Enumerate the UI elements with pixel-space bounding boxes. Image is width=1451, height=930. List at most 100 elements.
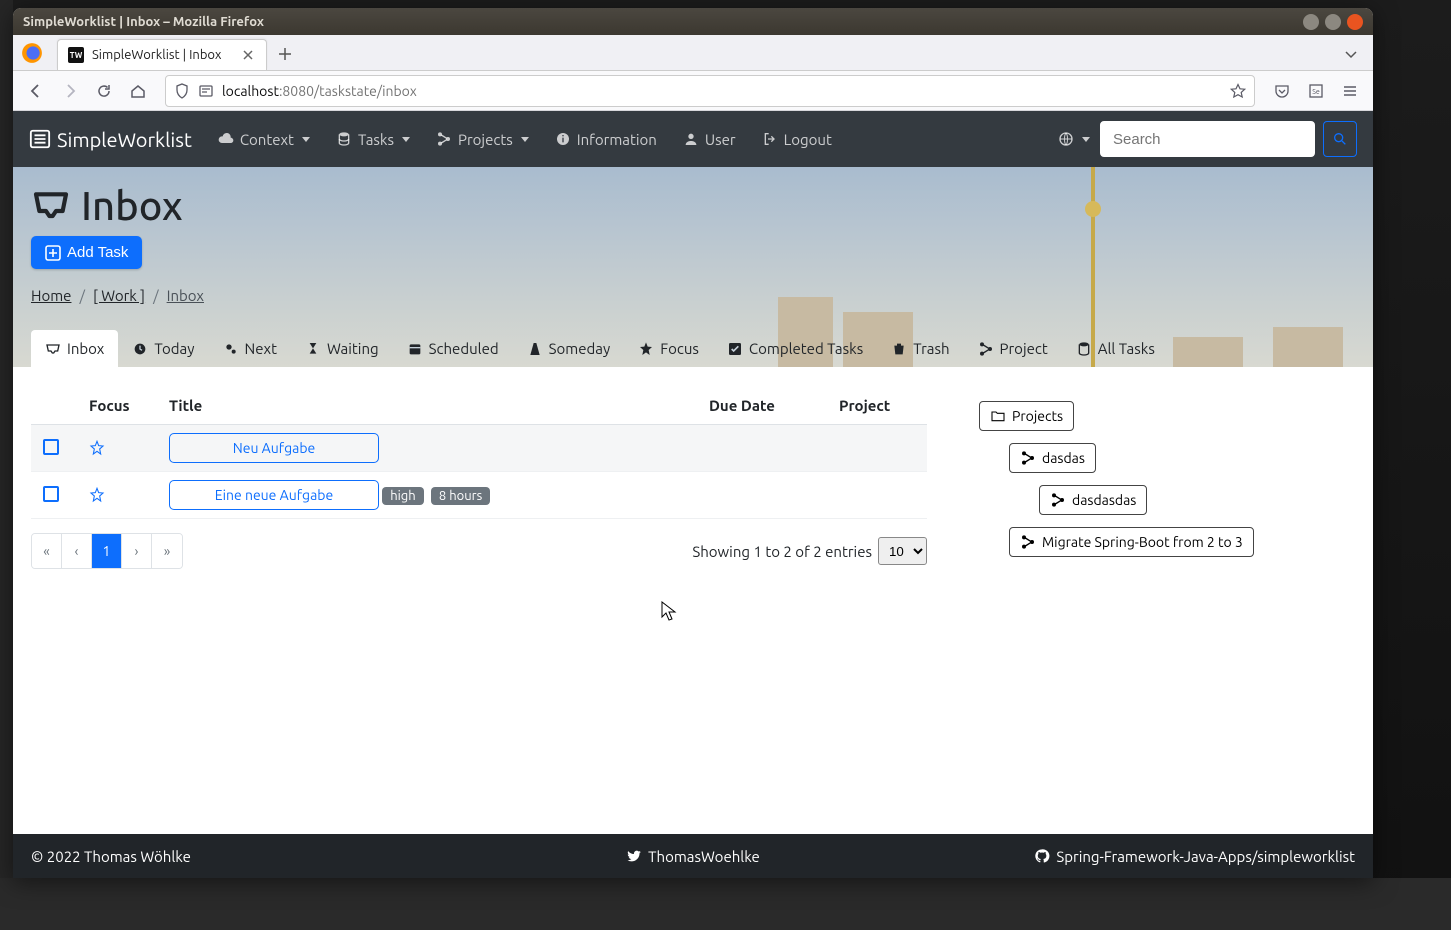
nav-context[interactable]: Context <box>208 123 320 156</box>
app-navbar: SimpleWorklist Context Tasks Projects <box>13 111 1373 167</box>
hourglass-icon <box>305 341 321 357</box>
tabs-dropdown-button[interactable] <box>1337 40 1365 68</box>
browser-tab[interactable]: TW SimpleWorklist | Inbox <box>57 39 267 70</box>
tracking-shield-icon[interactable] <box>174 83 190 99</box>
duration-badge: 8 hours <box>431 487 490 505</box>
new-tab-button[interactable] <box>271 40 299 68</box>
url-bar[interactable]: localhost:8080/taskstate/inbox <box>165 75 1255 107</box>
footer-github-link[interactable]: Spring-Framework-Java-Apps/simpleworklis… <box>1056 848 1355 865</box>
calendar-icon <box>407 341 423 357</box>
page-size-select[interactable]: 10 <box>878 537 927 565</box>
add-task-button[interactable]: Add Task <box>31 236 142 269</box>
task-title-link[interactable]: Neu Aufgabe <box>169 433 379 463</box>
nav-projects[interactable]: Projects <box>426 123 539 156</box>
task-title-link[interactable]: Eine neue Aufgabe <box>169 480 379 510</box>
page-prev[interactable]: ‹ <box>62 534 92 568</box>
col-title: Title <box>157 387 697 425</box>
focus-star-icon[interactable] <box>89 440 145 456</box>
nav-information[interactable]: Information <box>545 123 667 156</box>
chevron-down-icon <box>302 137 310 142</box>
projects-root[interactable]: Projects <box>979 401 1074 431</box>
forward-button[interactable] <box>55 76 85 106</box>
page-first[interactable]: « <box>32 534 62 568</box>
nav-information-label: Information <box>577 131 657 148</box>
page-current[interactable]: 1 <box>92 534 122 568</box>
breadcrumb-home[interactable]: Home <box>31 287 71 304</box>
road-icon <box>527 341 543 357</box>
extension-button[interactable]: Se <box>1301 76 1331 106</box>
pocket-button[interactable] <box>1267 76 1297 106</box>
diagram-icon <box>1050 492 1066 508</box>
tab-all[interactable]: All Tasks <box>1062 330 1169 367</box>
search-input[interactable] <box>1100 121 1315 157</box>
tab-today[interactable]: Today <box>118 330 208 367</box>
globe-icon <box>1058 131 1074 147</box>
check-square-icon <box>727 341 743 357</box>
nav-logout-label: Logout <box>784 131 832 148</box>
bookmark-star-icon[interactable] <box>1230 83 1246 99</box>
back-button[interactable] <box>21 76 51 106</box>
clock-icon <box>132 341 148 357</box>
task-checkbox[interactable] <box>43 439 59 455</box>
tab-label: Trash <box>913 340 949 357</box>
browser-toolbar: localhost:8080/taskstate/inbox Se <box>13 71 1373 111</box>
inbox-icon <box>31 186 71 226</box>
diagram-icon <box>1020 534 1036 550</box>
breadcrumb-work[interactable]: [ Work ] <box>93 287 145 304</box>
focus-star-icon[interactable] <box>89 487 145 503</box>
connection-icon[interactable] <box>198 83 214 99</box>
desktop-underlay-bottom <box>0 878 1451 930</box>
hero-banner: Inbox Add Task Home / [ Work ] / Inbox <box>13 167 1373 367</box>
user-icon <box>683 131 699 147</box>
home-button[interactable] <box>123 76 153 106</box>
tab-someday[interactable]: Someday <box>513 330 625 367</box>
browser-tab-title: SimpleWorklist | Inbox <box>92 48 221 62</box>
tasks-table: Focus Title Due Date Project <box>31 387 927 519</box>
brand[interactable]: SimpleWorklist <box>29 128 192 151</box>
tab-waiting[interactable]: Waiting <box>291 330 393 367</box>
diagram-icon <box>1020 450 1036 466</box>
tab-next[interactable]: Next <box>209 330 291 367</box>
window-close-button[interactable] <box>1347 14 1363 30</box>
table-row: Neu Aufgabe <box>31 425 927 472</box>
window-maximize-button[interactable] <box>1325 14 1341 30</box>
project-item[interactable]: dasdasdas <box>1039 485 1147 515</box>
plus-square-icon <box>45 245 61 261</box>
tab-completed[interactable]: Completed Tasks <box>713 330 877 367</box>
url-path: :8080/taskstate/inbox <box>279 83 417 99</box>
task-checkbox[interactable] <box>43 486 59 502</box>
chevron-down-icon <box>1082 137 1090 142</box>
footer-copyright: © 2022 Thomas Wöhlke <box>31 848 191 865</box>
desktop-underlay-left <box>0 0 13 930</box>
reload-button[interactable] <box>89 76 119 106</box>
tab-inbox[interactable]: Inbox <box>31 330 118 367</box>
tab-project[interactable]: Project <box>964 330 1062 367</box>
nav-tasks[interactable]: Tasks <box>326 123 420 156</box>
tab-scheduled[interactable]: Scheduled <box>393 330 513 367</box>
add-task-label: Add Task <box>67 244 128 261</box>
nav-language[interactable] <box>1048 123 1100 155</box>
page-last[interactable]: » <box>152 534 182 568</box>
window-minimize-button[interactable] <box>1303 14 1319 30</box>
folder-open-icon <box>990 408 1006 424</box>
tab-label: Waiting <box>327 340 379 357</box>
page-next[interactable]: › <box>122 534 152 568</box>
tab-trash[interactable]: Trash <box>877 330 963 367</box>
chevron-down-icon <box>521 137 529 142</box>
tab-focus[interactable]: Focus <box>624 330 713 367</box>
cogs-icon <box>223 341 239 357</box>
footer-twitter-link[interactable]: ThomasWoehlke <box>648 848 760 865</box>
nav-logout[interactable]: Logout <box>752 123 842 156</box>
projects-panel: Projects dasdas dasdasdas Migrate S <box>959 387 1355 577</box>
hamburger-menu-button[interactable] <box>1335 76 1365 106</box>
search-button[interactable] <box>1323 121 1357 157</box>
app-page: SimpleWorklist Context Tasks Projects <box>13 111 1373 878</box>
nav-user[interactable]: User <box>673 123 746 156</box>
cloud-icon <box>218 131 234 147</box>
project-item[interactable]: dasdas <box>1009 443 1096 473</box>
database-icon <box>336 131 352 147</box>
close-tab-icon[interactable] <box>240 47 256 63</box>
project-item[interactable]: Migrate Spring-Boot from 2 to 3 <box>1009 527 1254 557</box>
col-focus: Focus <box>77 387 157 425</box>
breadcrumb-separator: / <box>153 287 159 304</box>
